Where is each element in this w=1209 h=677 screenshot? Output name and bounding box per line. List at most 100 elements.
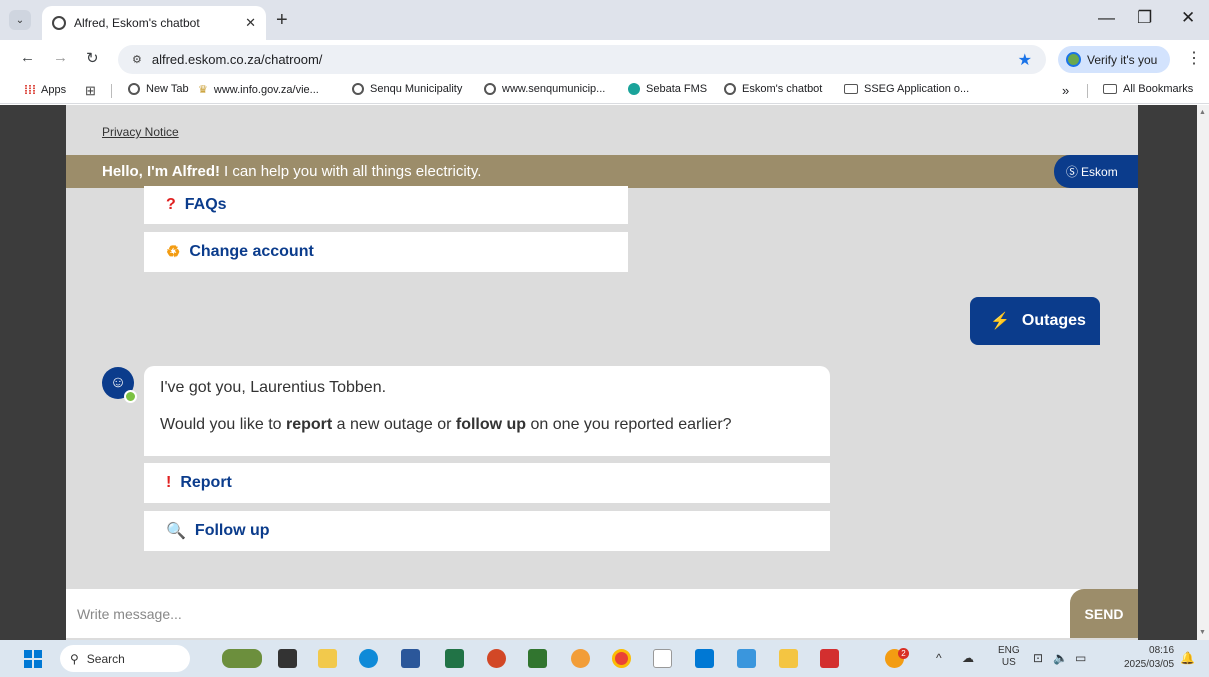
- globe-icon: [724, 83, 736, 95]
- option-follow-up-button[interactable]: 🔍 Follow up: [144, 511, 830, 551]
- bookmark-label: All Bookmarks: [1123, 83, 1194, 95]
- option-change-account-button[interactable]: ♻ Change account: [144, 232, 628, 272]
- chevron-up-icon[interactable]: ^: [936, 651, 942, 665]
- verify-profile-button[interactable]: Verify it's you: [1058, 46, 1170, 73]
- widgets-icon[interactable]: [222, 649, 262, 668]
- bookmark-sseg-application[interactable]: SSEG Application o...: [844, 83, 969, 95]
- option-faqs-button[interactable]: ? FAQs: [144, 186, 628, 224]
- maximize-button[interactable]: ❐: [1137, 8, 1152, 28]
- globe-icon: [128, 83, 140, 95]
- bookmark-info-gov[interactable]: ♛ www.info.gov.za/vie...: [198, 83, 319, 97]
- close-window-button[interactable]: ✕: [1181, 8, 1195, 28]
- user-message-text: Outages: [1021, 312, 1086, 329]
- task-view-icon[interactable]: [278, 649, 297, 668]
- site-info-icon[interactable]: ⚙: [132, 53, 142, 66]
- outlook-icon[interactable]: [695, 649, 714, 668]
- tab-search-button[interactable]: ⌄: [9, 10, 31, 30]
- scroll-down-arrow-icon[interactable]: ▼: [1199, 629, 1206, 636]
- bot-message-line-1: I've got you, Laurentius Tobben.: [160, 379, 387, 396]
- bookmark-new-tab[interactable]: New Tab: [128, 83, 189, 95]
- brand-name: Eskom: [1081, 164, 1118, 179]
- close-tab-icon[interactable]: ✕: [245, 15, 256, 31]
- bot-message-bubble: I've got you, Laurentius Tobben. Would y…: [144, 366, 830, 456]
- taskbar-search[interactable]: ⚲ Search: [60, 645, 190, 672]
- forward-arrow-icon[interactable]: →: [53, 49, 68, 66]
- edge-icon[interactable]: [359, 649, 378, 668]
- message-composer: SEND: [66, 589, 1138, 638]
- chrome-icon[interactable]: [612, 649, 631, 668]
- excel-icon[interactable]: [445, 649, 464, 668]
- chat-panel: Privacy Notice Hello, I'm Alfred! I can …: [66, 105, 1138, 640]
- option-label: Follow up: [194, 522, 270, 539]
- powerpoint-icon[interactable]: [487, 649, 506, 668]
- folder-app-icon[interactable]: [779, 649, 798, 668]
- bookmark-label: www.info.gov.za/vie...: [213, 83, 319, 96]
- folder-icon: [844, 84, 858, 94]
- online-status-dot: [124, 390, 137, 403]
- option-report-button[interactable]: ! Report: [144, 463, 830, 503]
- system-clock[interactable]: 08:16 2025/03/05: [1124, 644, 1174, 672]
- bookmark-apps[interactable]: ⁞⁞⁞ Apps: [24, 83, 66, 97]
- send-button[interactable]: SEND: [1070, 589, 1138, 638]
- page-scrollbar[interactable]: [1197, 105, 1209, 640]
- windows-taskbar: ⚲ Search ^ ☁ ENG US ⊡ 🔈 ▭ 08:16 2025/03/…: [0, 640, 1209, 677]
- acrobat-icon[interactable]: [820, 649, 839, 668]
- bookmark-eskom-chatbot[interactable]: Eskom's chatbot: [724, 83, 822, 95]
- scroll-up-arrow-icon[interactable]: ▲: [1199, 109, 1206, 116]
- bookmarks-overflow-button[interactable]: »: [1062, 83, 1069, 98]
- tab-groups-icon[interactable]: ⊞: [85, 83, 96, 99]
- all-bookmarks-button[interactable]: All Bookmarks: [1103, 83, 1193, 95]
- browser-menu-icon[interactable]: ⋮: [1186, 48, 1202, 68]
- option-label: Report: [180, 474, 232, 491]
- bookmark-star-icon[interactable]: ★: [1018, 50, 1032, 70]
- globe-icon: [484, 83, 496, 95]
- bookmark-label: SSEG Application o...: [864, 83, 970, 95]
- bookmark-label: Senqu Municipality: [370, 83, 463, 95]
- volume-icon[interactable]: 🔈: [1053, 651, 1068, 665]
- text-segment: Would you like to: [160, 416, 286, 433]
- notification-badge: 2: [898, 648, 909, 659]
- text-segment-bold: follow up: [455, 416, 527, 433]
- eskom-emblem-icon: Ⓢ: [1066, 165, 1079, 179]
- address-bar[interactable]: ⚙ alfred.eskom.co.za/chatroom/ ★: [118, 45, 1046, 74]
- globe-icon: [52, 16, 66, 30]
- notification-bell-icon[interactable]: 🔔: [1180, 651, 1195, 665]
- tab-strip: ⌄ Alfred, Eskom's chatbot ✕ + — ❐ ✕: [0, 0, 1209, 40]
- app-icon[interactable]: [571, 649, 590, 668]
- text-segment: a new outage or: [332, 416, 456, 433]
- option-label: FAQs: [184, 196, 227, 213]
- message-input[interactable]: [66, 589, 1070, 638]
- verify-label: Verify it's you: [1087, 52, 1158, 67]
- browser-tab[interactable]: Alfred, Eskom's chatbot ✕: [42, 6, 266, 40]
- bookmark-sebata-fms[interactable]: Sebata FMS: [628, 83, 707, 95]
- page-viewport: Privacy Notice Hello, I'm Alfred! I can …: [0, 105, 1209, 640]
- battery-icon[interactable]: ▭: [1075, 651, 1086, 665]
- minimize-button[interactable]: —: [1098, 8, 1115, 28]
- file-explorer-icon[interactable]: [318, 649, 337, 668]
- lang-code: ENG: [998, 645, 1020, 656]
- windows-start-icon[interactable]: [24, 650, 42, 668]
- notepad-icon[interactable]: [653, 649, 672, 668]
- photos-icon[interactable]: [737, 649, 756, 668]
- language-indicator[interactable]: ENG US: [998, 645, 1020, 669]
- word-icon[interactable]: [401, 649, 420, 668]
- bookmark-label: New Tab: [146, 83, 189, 95]
- new-tab-button[interactable]: +: [276, 9, 288, 32]
- globe-icon: [352, 83, 364, 95]
- bookmark-senqumunicip[interactable]: www.senqumunicip...: [484, 83, 605, 95]
- user-message-bubble: ⚡ Outages: [970, 297, 1100, 345]
- network-icon[interactable]: ⊡: [1033, 651, 1043, 665]
- bookmark-label: Sebata FMS: [646, 83, 708, 95]
- bookmark-separator: [1087, 84, 1088, 98]
- url-text[interactable]: alfred.eskom.co.za/chatroom/: [152, 52, 323, 67]
- exclamation-icon: !: [166, 474, 172, 491]
- privacy-notice-link[interactable]: Privacy Notice: [102, 125, 179, 139]
- browser-toolbar: ← → ↻ ⚙ alfred.eskom.co.za/chatroom/ ★ V…: [0, 40, 1209, 78]
- publisher-icon[interactable]: [528, 649, 547, 668]
- bookmark-senqu-municipality[interactable]: Senqu Municipality: [352, 83, 462, 95]
- back-arrow-icon[interactable]: ←: [20, 49, 35, 66]
- reload-icon[interactable]: ↻: [86, 49, 99, 67]
- bookmark-label: Eskom's chatbot: [742, 83, 823, 95]
- clock-time: 08:16: [1149, 645, 1175, 656]
- cloud-icon[interactable]: ☁: [962, 651, 974, 665]
